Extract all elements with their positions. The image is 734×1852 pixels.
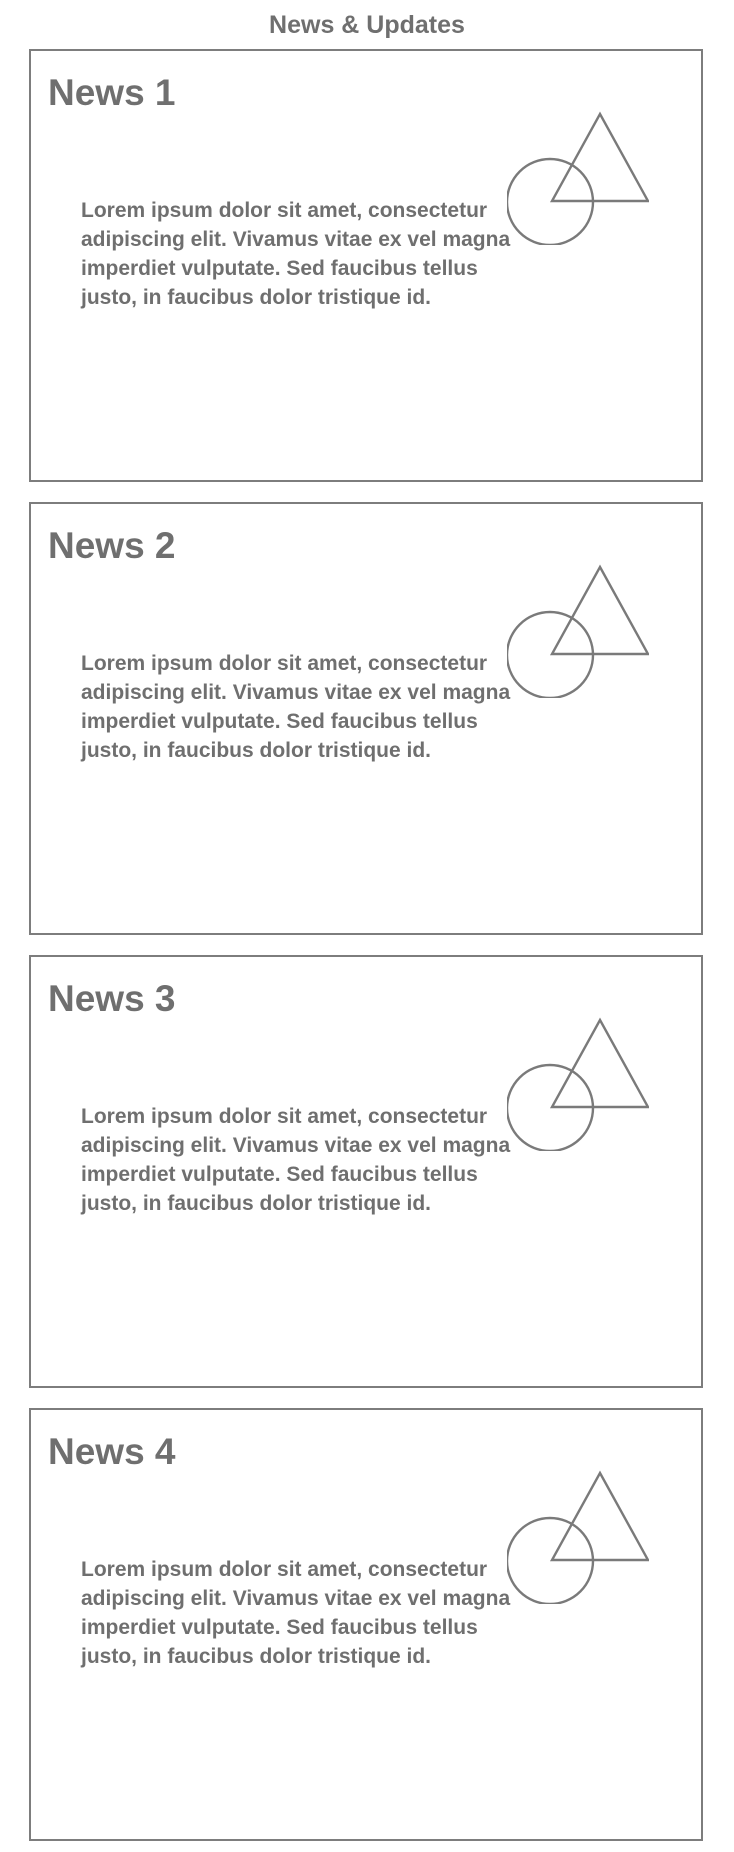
news-title: News 3 <box>48 978 176 1019</box>
news-title: News 1 <box>48 72 176 113</box>
news-body: Lorem ipsum dolor sit amet, consectetur … <box>81 652 511 762</box>
news-card-1[interactable]: News 1 Lorem ipsum dolor sit amet, conse… <box>29 49 703 482</box>
news-body: Lorem ipsum dolor sit amet, consectetur … <box>81 199 511 309</box>
image-placeholder-icon <box>507 1017 649 1151</box>
news-card-2[interactable]: News 2 Lorem ipsum dolor sit amet, conse… <box>29 502 703 935</box>
image-placeholder-icon <box>507 111 649 245</box>
news-card-3[interactable]: News 3 Lorem ipsum dolor sit amet, conse… <box>29 955 703 1388</box>
news-body: Lorem ipsum dolor sit amet, consectetur … <box>81 1105 511 1215</box>
news-card-4[interactable]: News 4 Lorem ipsum dolor sit amet, conse… <box>29 1408 703 1841</box>
news-title: News 2 <box>48 525 176 566</box>
news-title: News 4 <box>48 1431 176 1472</box>
news-body: Lorem ipsum dolor sit amet, consectetur … <box>81 1558 511 1668</box>
image-placeholder-icon <box>507 1470 649 1604</box>
image-placeholder-icon <box>507 564 649 698</box>
page-title: News & Updates <box>269 11 465 39</box>
